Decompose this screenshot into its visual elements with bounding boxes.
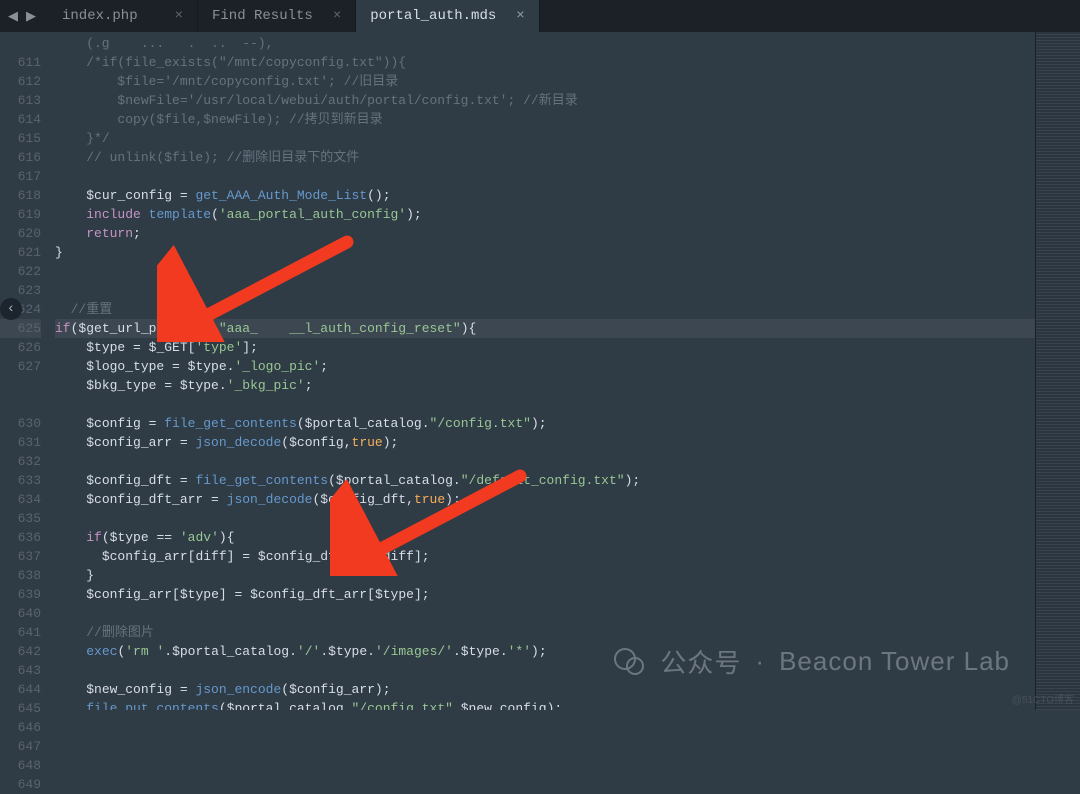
code-line[interactable] bbox=[55, 452, 1035, 471]
code-line[interactable]: /*if(file_exists("/mnt/copyconfig.txt"))… bbox=[55, 53, 1035, 72]
code-line[interactable] bbox=[55, 262, 1035, 281]
watermark-label: 公众号 bbox=[660, 643, 741, 680]
line-number: 631 bbox=[0, 433, 41, 452]
code-line[interactable]: $logo_type = $type.'_logo_pic'; bbox=[55, 357, 1035, 376]
code-line[interactable]: $new_config = json_encode($config_arr); bbox=[55, 680, 1035, 699]
tab-find-results[interactable]: Find Results × bbox=[198, 0, 356, 32]
line-number: 645 bbox=[0, 699, 41, 718]
attribution: @51CTO博客 bbox=[1012, 691, 1074, 706]
line-number bbox=[0, 34, 41, 53]
line-number: 634 bbox=[0, 490, 41, 509]
wechat-icon bbox=[612, 645, 646, 679]
code-line[interactable]: $config_arr = json_decode($config,true); bbox=[55, 433, 1035, 452]
line-number: 627 bbox=[0, 357, 41, 376]
code-line[interactable] bbox=[55, 509, 1035, 528]
line-number: 638 bbox=[0, 566, 41, 585]
code-line[interactable]: copy($file,$newFile); //拷贝到新目录 bbox=[55, 110, 1035, 129]
line-number: 618 bbox=[0, 186, 41, 205]
line-number: 635 bbox=[0, 509, 41, 528]
line-number: 620 bbox=[0, 224, 41, 243]
line-number: 621 bbox=[0, 243, 41, 262]
code-line[interactable]: $config_dft_arr = json_decode($config_df… bbox=[55, 490, 1035, 509]
code-line[interactable]: $type = $_GET['type']; bbox=[55, 338, 1035, 357]
code-line[interactable]: $newFile='/usr/local/webui/auth/portal/c… bbox=[55, 91, 1035, 110]
code-line[interactable]: $file='/mnt/copyconfig.txt'; //旧目录 bbox=[55, 72, 1035, 91]
line-number: 639 bbox=[0, 585, 41, 604]
code-line[interactable]: //删除图片 bbox=[55, 623, 1035, 642]
line-number: 641 bbox=[0, 623, 41, 642]
code-content[interactable]: (.g ... . .. --), /*if(file_exists("/mnt… bbox=[55, 32, 1035, 710]
code-line[interactable] bbox=[55, 604, 1035, 623]
line-number: 630 bbox=[0, 414, 41, 433]
code-line[interactable]: // unlink($file); //删除旧目录下的文件 bbox=[55, 148, 1035, 167]
code-line[interactable]: include template('aaa_portal_auth_config… bbox=[55, 205, 1035, 224]
line-number: 614 bbox=[0, 110, 41, 129]
code-line[interactable] bbox=[55, 395, 1035, 414]
nav-back-icon[interactable]: ◀ bbox=[8, 9, 18, 24]
editor-area: 611612613614615616617618619620621622623 6… bbox=[0, 32, 1080, 710]
code-line[interactable]: if($type == 'adv'){ bbox=[55, 528, 1035, 547]
code-line[interactable]: file_put_contents($portal_catalog."/conf… bbox=[55, 699, 1035, 710]
minimap-preview bbox=[1036, 32, 1080, 710]
code-line[interactable]: $config_dft = file_get_contents($portal_… bbox=[55, 471, 1035, 490]
line-number: 643 bbox=[0, 661, 41, 680]
code-line[interactable]: } bbox=[55, 243, 1035, 262]
line-number: 636 bbox=[0, 528, 41, 547]
code-line[interactable]: }*/ bbox=[55, 129, 1035, 148]
line-number-gutter: 611612613614615616617618619620621622623 6… bbox=[0, 32, 55, 710]
line-number bbox=[0, 395, 41, 414]
minimap[interactable] bbox=[1035, 32, 1080, 710]
code-line[interactable]: $cur_config = get_AAA_Auth_Mode_List(); bbox=[55, 186, 1035, 205]
code-line[interactable]: //重置 bbox=[55, 300, 1035, 319]
tab-label: index.php bbox=[62, 8, 138, 24]
watermark: 公众号 · Beacon Tower Lab bbox=[612, 643, 1010, 680]
tab-bar: ◀ ▶ index.php × Find Results × portal_au… bbox=[0, 0, 1080, 32]
tab-index-php[interactable]: index.php × bbox=[48, 0, 198, 32]
line-number: 622 bbox=[0, 262, 41, 281]
code-line[interactable]: (.g ... . .. --), bbox=[55, 34, 1035, 53]
line-number: 611 bbox=[0, 53, 41, 72]
nav-forward-icon[interactable]: ▶ bbox=[26, 9, 36, 24]
line-number: 625 bbox=[0, 319, 41, 338]
line-number: 612 bbox=[0, 72, 41, 91]
watermark-name: Beacon Tower Lab bbox=[779, 646, 1010, 677]
close-icon[interactable]: × bbox=[333, 8, 341, 24]
code-line[interactable] bbox=[55, 167, 1035, 186]
nav-arrows: ◀ ▶ bbox=[8, 9, 48, 24]
tab-portal-auth[interactable]: portal_auth.mds × bbox=[356, 0, 539, 32]
line-number: 644 bbox=[0, 680, 41, 699]
line-number bbox=[0, 376, 41, 395]
code-line[interactable]: $config = file_get_contents($portal_cata… bbox=[55, 414, 1035, 433]
code-line[interactable]: $bkg_type = $type.'_bkg_pic'; bbox=[55, 376, 1035, 395]
code-line[interactable]: } bbox=[55, 566, 1035, 585]
line-number: 649 bbox=[0, 775, 41, 794]
fold-marker-icon[interactable]: ‹ bbox=[0, 298, 22, 320]
line-number: 613 bbox=[0, 91, 41, 110]
line-number: 647 bbox=[0, 737, 41, 756]
line-number: 642 bbox=[0, 642, 41, 661]
code-line[interactable]: if($get_url_param == "aaa_ __l_auth_conf… bbox=[55, 319, 1035, 338]
code-line[interactable]: $config_arr[diff] = $config_dft_arr[diff… bbox=[55, 547, 1035, 566]
line-number: 648 bbox=[0, 756, 41, 775]
code-line[interactable] bbox=[55, 281, 1035, 300]
line-number: 632 bbox=[0, 452, 41, 471]
tab-label: Find Results bbox=[212, 8, 313, 24]
line-number: 616 bbox=[0, 148, 41, 167]
close-icon[interactable]: × bbox=[516, 8, 524, 24]
line-number: 633 bbox=[0, 471, 41, 490]
line-number: 640 bbox=[0, 604, 41, 623]
line-number: 637 bbox=[0, 547, 41, 566]
close-icon[interactable]: × bbox=[175, 8, 183, 24]
line-number: 619 bbox=[0, 205, 41, 224]
line-number: 646 bbox=[0, 718, 41, 737]
line-number: 623 bbox=[0, 281, 41, 300]
line-number: 626 bbox=[0, 338, 41, 357]
tab-label: portal_auth.mds bbox=[370, 8, 496, 24]
line-number: 615 bbox=[0, 129, 41, 148]
code-line[interactable]: $config_arr[$type] = $config_dft_arr[$ty… bbox=[55, 585, 1035, 604]
watermark-sep: · bbox=[755, 646, 765, 677]
line-number: 617 bbox=[0, 167, 41, 186]
code-line[interactable]: return; bbox=[55, 224, 1035, 243]
